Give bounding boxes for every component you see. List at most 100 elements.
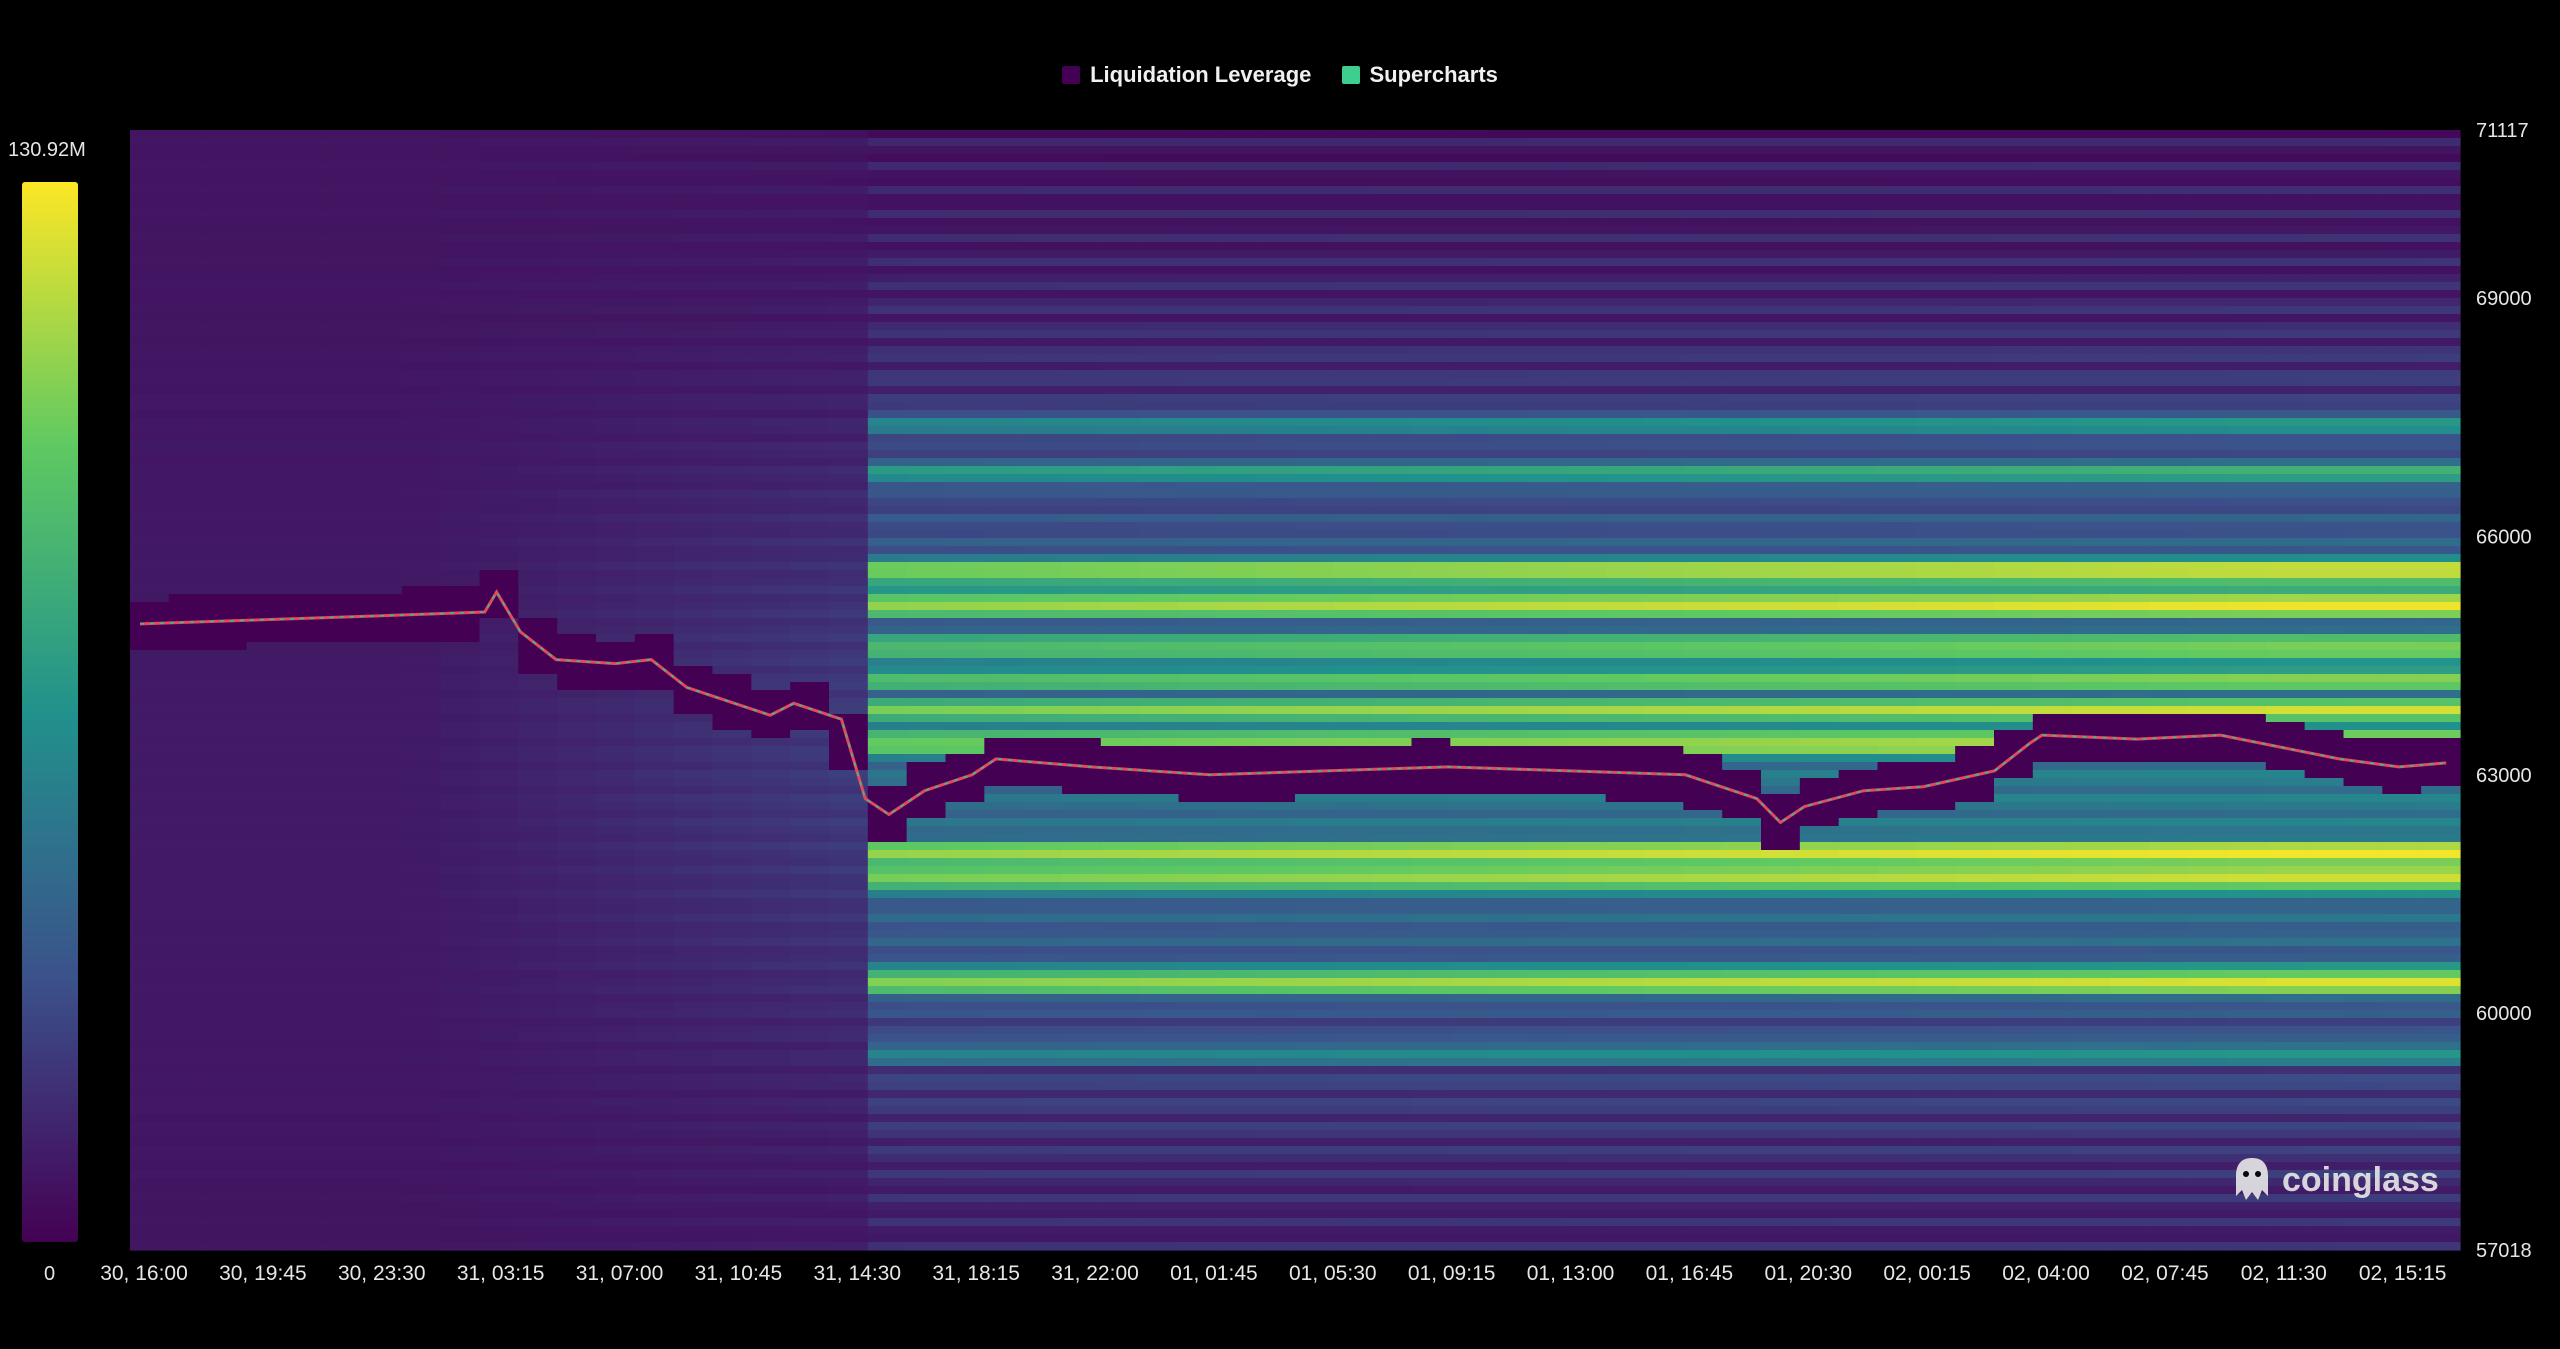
heatmap-cell [1100, 450, 1141, 459]
heatmap-cell [518, 298, 558, 307]
heatmap-cell [984, 794, 1024, 803]
heatmap-cell [168, 1218, 209, 1227]
heatmap-cell [1411, 210, 1451, 219]
heatmap-cell [1100, 938, 1141, 947]
heatmap-cell [207, 1042, 248, 1051]
heatmap-cell [945, 890, 985, 899]
heatmap-cell [1256, 786, 1296, 795]
heatmap-cell [401, 282, 442, 291]
heatmap-cell [557, 834, 597, 843]
heatmap-cell [1256, 426, 1296, 435]
heatmap-cell [518, 810, 558, 819]
heatmap-cell [363, 658, 403, 667]
heatmap-cell [1217, 146, 1257, 155]
heatmap-cell [1295, 610, 1335, 619]
heatmap-cell [1062, 402, 1102, 411]
heatmap-cell [1256, 930, 1296, 939]
heatmap-cell [984, 234, 1024, 243]
heatmap-cell [1295, 402, 1335, 411]
heatmap-cell [440, 154, 481, 163]
heatmap-cell [984, 586, 1024, 595]
heatmap-cell [1295, 986, 1335, 995]
heatmap-cell [1256, 298, 1296, 307]
heatmap-cell [479, 242, 519, 251]
heatmap-cell [1062, 522, 1102, 531]
heatmap-cell [712, 1146, 752, 1155]
heatmap-cell [829, 898, 869, 907]
heatmap-cell [1411, 418, 1451, 427]
heatmap-cell [673, 890, 714, 899]
heatmap-cell [1295, 738, 1335, 747]
heatmap-cell [1333, 266, 1374, 275]
heatmap-cell [867, 466, 908, 475]
heatmap-cell [168, 330, 209, 339]
heatmap-cell [130, 1042, 170, 1051]
heatmap-cell [596, 850, 636, 859]
heatmap-cell [1139, 810, 1180, 819]
heatmap-cell [285, 154, 325, 163]
heatmap-cell [596, 1114, 636, 1123]
heatmap-cell [324, 562, 364, 571]
heatmap-cell [596, 162, 636, 171]
heatmap-cell [634, 1074, 675, 1083]
heatmap-cell [751, 842, 791, 851]
heatmap-cell [984, 1138, 1024, 1147]
heatmap-cell [246, 858, 286, 867]
heatmap-cell [1372, 130, 1413, 139]
heatmap-cell [324, 530, 364, 539]
heatmap-cell [324, 234, 364, 243]
heatmap-cell [207, 778, 248, 787]
heatmap-cell [557, 546, 597, 555]
heatmap-cell [363, 1026, 403, 1035]
heatmap-cell [712, 1186, 752, 1195]
heatmap-cell [673, 386, 714, 395]
heatmap-cell [1023, 338, 1063, 347]
heatmap-cell [1139, 274, 1180, 283]
heatmap-cell [1450, 338, 1490, 347]
heatmap-cell [829, 946, 869, 955]
heatmap-cell [1217, 898, 1257, 907]
heatmap-cell [557, 706, 597, 715]
heatmap-cell [673, 138, 714, 147]
heatmap-cell [246, 810, 286, 819]
heatmap-cell [867, 322, 908, 331]
heatmap-cell [1372, 738, 1413, 747]
heatmap-cell [285, 994, 325, 1003]
heatmap-cell [440, 586, 481, 595]
heatmap-cell [1450, 1122, 1490, 1131]
heatmap-cell [906, 1210, 947, 1219]
heatmap-cell [867, 1154, 908, 1163]
heatmap-cell [673, 546, 714, 555]
heatmap-cell [945, 242, 985, 251]
heatmap-cell [1139, 650, 1180, 659]
heatmap-cell [1489, 298, 1529, 307]
heatmap-cell [829, 274, 869, 283]
heatmap-cell [479, 1042, 519, 1051]
heatmap-cell [829, 1226, 869, 1235]
heatmap-cell [557, 674, 597, 683]
heatmap-cell [906, 186, 947, 195]
heatmap-cell [751, 130, 791, 139]
heatmap-cell [518, 1050, 558, 1059]
heatmap-cell [1450, 1034, 1490, 1043]
heatmap-cell [596, 1082, 636, 1091]
heatmap-cell [1295, 1218, 1335, 1227]
heatmap-cell [1489, 522, 1529, 531]
heatmap-cell [984, 186, 1024, 195]
heatmap-cell [207, 874, 248, 883]
heatmap-cell [285, 914, 325, 923]
heatmap-cell [1178, 1122, 1218, 1131]
heatmap-cell [1333, 1082, 1374, 1091]
heatmap-cell [1139, 1050, 1180, 1059]
heatmap-cell [401, 786, 442, 795]
heatmap-cell [440, 1210, 481, 1219]
heatmap-cell [673, 298, 714, 307]
heatmap-cell [984, 906, 1024, 915]
heatmap-cell [867, 434, 908, 443]
heatmap-cell [1450, 922, 1490, 931]
heatmap-cell [285, 754, 325, 763]
heatmap-cell [1062, 466, 1102, 475]
heatmap-cell [557, 842, 597, 851]
heatmap-cell [1372, 746, 1413, 755]
heatmap-cell [790, 378, 830, 387]
